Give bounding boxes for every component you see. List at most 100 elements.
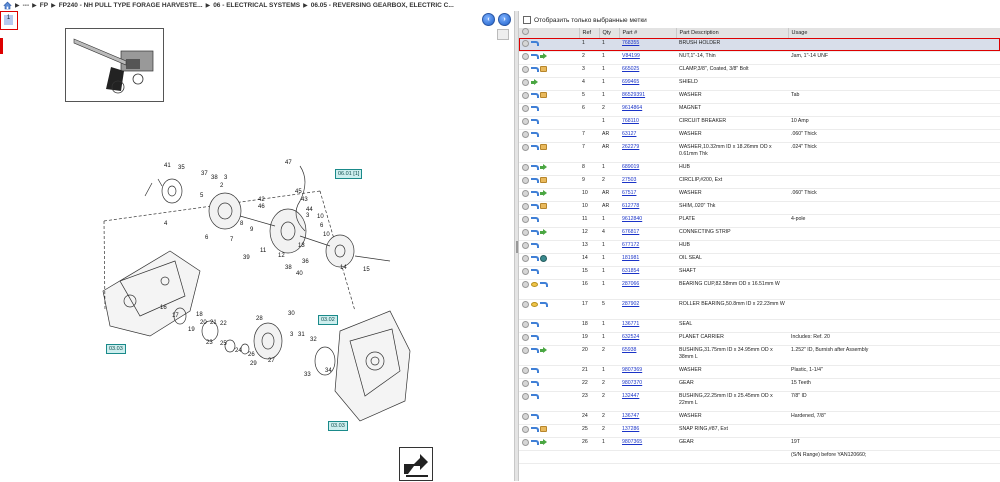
info-icon[interactable] [522, 267, 529, 275]
table-row[interactable]: 5 1 86529391 WASHER Tab [519, 90, 1000, 104]
part-number-link[interactable]: 287902 [622, 301, 639, 307]
share-icon[interactable] [531, 426, 539, 432]
column-qty[interactable]: Qty [599, 28, 620, 39]
share-icon[interactable] [531, 216, 539, 222]
table-row[interactable]: 18 1 136771 SEAL [519, 319, 1000, 333]
filter-row[interactable]: Отобразить только выбранные метки [519, 14, 647, 26]
info-icon[interactable] [522, 91, 529, 99]
part-number-link[interactable]: 665025 [622, 66, 639, 72]
add-to-cart-arrow-icon[interactable] [540, 438, 547, 445]
info-icon[interactable] [522, 392, 529, 400]
table-row[interactable]: 10 AR 67517 WASHER .060" Thick [519, 188, 1000, 202]
share-icon[interactable] [531, 118, 539, 124]
table-row[interactable]: 10 AR 612778 SHIM,.020" Thk [519, 201, 1000, 215]
part-number-link[interactable]: 768355 [622, 40, 639, 46]
add-to-cart-arrow-icon[interactable] [540, 228, 547, 235]
table-row[interactable]: 24 2 136747 WASHER Hardened, 7/8" [519, 411, 1000, 425]
part-number-link[interactable]: 9807369 [622, 367, 642, 373]
info-icon[interactable] [522, 202, 529, 210]
info-icon[interactable] [522, 346, 529, 354]
info-icon[interactable] [522, 320, 529, 328]
breadcrumb-item-model[interactable]: FP240 - NH PULL TYPE FORAGE HARVESTE... [59, 2, 203, 9]
table-row[interactable]: 1 1 768355 BRUSH HOLDER [519, 38, 1000, 52]
info-icon[interactable] [522, 438, 529, 446]
info-icon[interactable] [522, 117, 529, 125]
info-icon[interactable] [522, 143, 529, 151]
kit-box-icon[interactable] [540, 202, 547, 209]
part-number-link[interactable]: 612778 [622, 203, 639, 209]
part-number-link[interactable]: 677172 [622, 242, 639, 248]
info-icon[interactable] [522, 228, 529, 236]
breadcrumb-item-root[interactable]: --- [23, 2, 30, 9]
part-number-link[interactable]: 9807365 [622, 439, 642, 445]
share-icon[interactable] [531, 203, 539, 209]
table-row[interactable]: 12 4 676817 CONNECTING STRIP [519, 227, 1000, 241]
share-icon[interactable] [531, 66, 539, 72]
info-icon[interactable] [522, 333, 529, 341]
share-icon[interactable] [531, 229, 539, 235]
share-icon[interactable] [531, 105, 539, 111]
info-icon[interactable] [522, 215, 529, 223]
table-row[interactable]: 7 AR 262279 WASHER,10.32mm ID x 18.26mm OD … [519, 142, 1000, 163]
table-row[interactable]: 19 1 632524 PLANET CARRIER Includes: Ref. 20 [519, 332, 1000, 346]
part-number-link[interactable]: 132447 [622, 393, 639, 399]
table-row[interactable]: 13 1 677172 HUB [519, 240, 1000, 254]
add-to-cart-arrow-icon[interactable] [540, 163, 547, 170]
exit-diagram-button[interactable] [399, 447, 433, 481]
breadcrumb-item-section[interactable]: 06 - ELECTRICAL SYSTEMS [213, 2, 300, 9]
part-number-link[interactable]: 9614864 [622, 105, 642, 111]
part-number-link[interactable]: 768110 [622, 118, 639, 124]
table-row[interactable]: 22 2 9807370 GEAR 15 Teeth [519, 378, 1000, 392]
share-icon[interactable] [531, 367, 539, 373]
kit-box-icon[interactable] [540, 91, 547, 98]
part-number-link[interactable]: 676817 [622, 229, 639, 235]
info-icon[interactable] [522, 65, 529, 73]
share-icon[interactable] [531, 393, 539, 399]
part-number-link[interactable]: 137286 [622, 426, 639, 432]
info-icon[interactable] [522, 379, 529, 387]
info-icon[interactable] [522, 78, 529, 86]
table-row[interactable]: 25 2 137286 SNAP RING,#87, Ext [519, 424, 1000, 438]
info-icon[interactable] [522, 52, 529, 60]
diagram-pane[interactable]: ‹ › 41 35 37 38 3 2 5 4 6 7 42 46 47 43 … [0, 11, 514, 481]
part-number-link[interactable]: 689019 [622, 164, 639, 170]
share-icon[interactable] [531, 92, 539, 98]
part-number-link[interactable]: 136771 [622, 321, 639, 327]
info-icon[interactable] [522, 366, 529, 374]
info-icon[interactable] [522, 412, 529, 420]
share-icon[interactable] [531, 177, 539, 183]
folder-icon[interactable] [531, 281, 538, 287]
part-number-link[interactable]: V84199 [622, 53, 640, 59]
share-icon[interactable] [531, 380, 539, 386]
share-icon[interactable] [531, 347, 539, 353]
add-to-cart-arrow-icon[interactable] [540, 52, 547, 59]
share-icon[interactable] [531, 413, 539, 419]
kit-box-icon[interactable] [540, 425, 547, 432]
column-usage[interactable]: Usage [788, 28, 1000, 39]
callout-03-03-left[interactable]: 03.03 [106, 344, 126, 354]
info-icon[interactable] [522, 189, 529, 197]
part-number-link[interactable]: 65938 [622, 347, 636, 353]
table-row[interactable]: 17 5 287902 ROLLER BEARING,50.8mm ID x 22.2… [519, 299, 1000, 320]
kit-box-icon[interactable] [540, 176, 547, 183]
share-icon[interactable] [540, 301, 548, 307]
info-icon[interactable] [522, 39, 529, 47]
splitter-grip[interactable] [516, 241, 518, 253]
part-number-link[interactable]: 136747 [622, 413, 639, 419]
table-row[interactable]: 26 1 9807365 GEAR 19T [519, 437, 1000, 451]
table-row[interactable]: (S/N Range) before YAN120660; [519, 450, 1000, 464]
share-icon[interactable] [531, 334, 539, 340]
column-part-number[interactable]: Part # [619, 28, 677, 39]
exploded-parts-diagram[interactable]: 41 35 3738 3 25 46 7 4246 474344 45610 1112… [0, 11, 514, 481]
part-number-link[interactable]: 287066 [622, 281, 639, 287]
table-row[interactable]: 21 1 9807369 WASHER Plastic, 1-1/4" [519, 365, 1000, 379]
breadcrumb-item-fp[interactable]: FP [40, 2, 48, 9]
table-row[interactable]: 2 1 V84199 NUT,1"-14, Thin Jam, 1"-14 UNF [519, 51, 1000, 65]
share-icon[interactable] [531, 321, 539, 327]
table-row[interactable]: 1 768110 CIRCUIT BREAKER 10 Amp [519, 116, 1000, 130]
add-to-cart-arrow-icon[interactable] [540, 346, 547, 353]
home-icon[interactable] [3, 1, 12, 10]
info-icon[interactable] [522, 104, 529, 112]
info-icon[interactable] [522, 241, 529, 249]
column-part-description[interactable]: Part Description [676, 28, 789, 39]
